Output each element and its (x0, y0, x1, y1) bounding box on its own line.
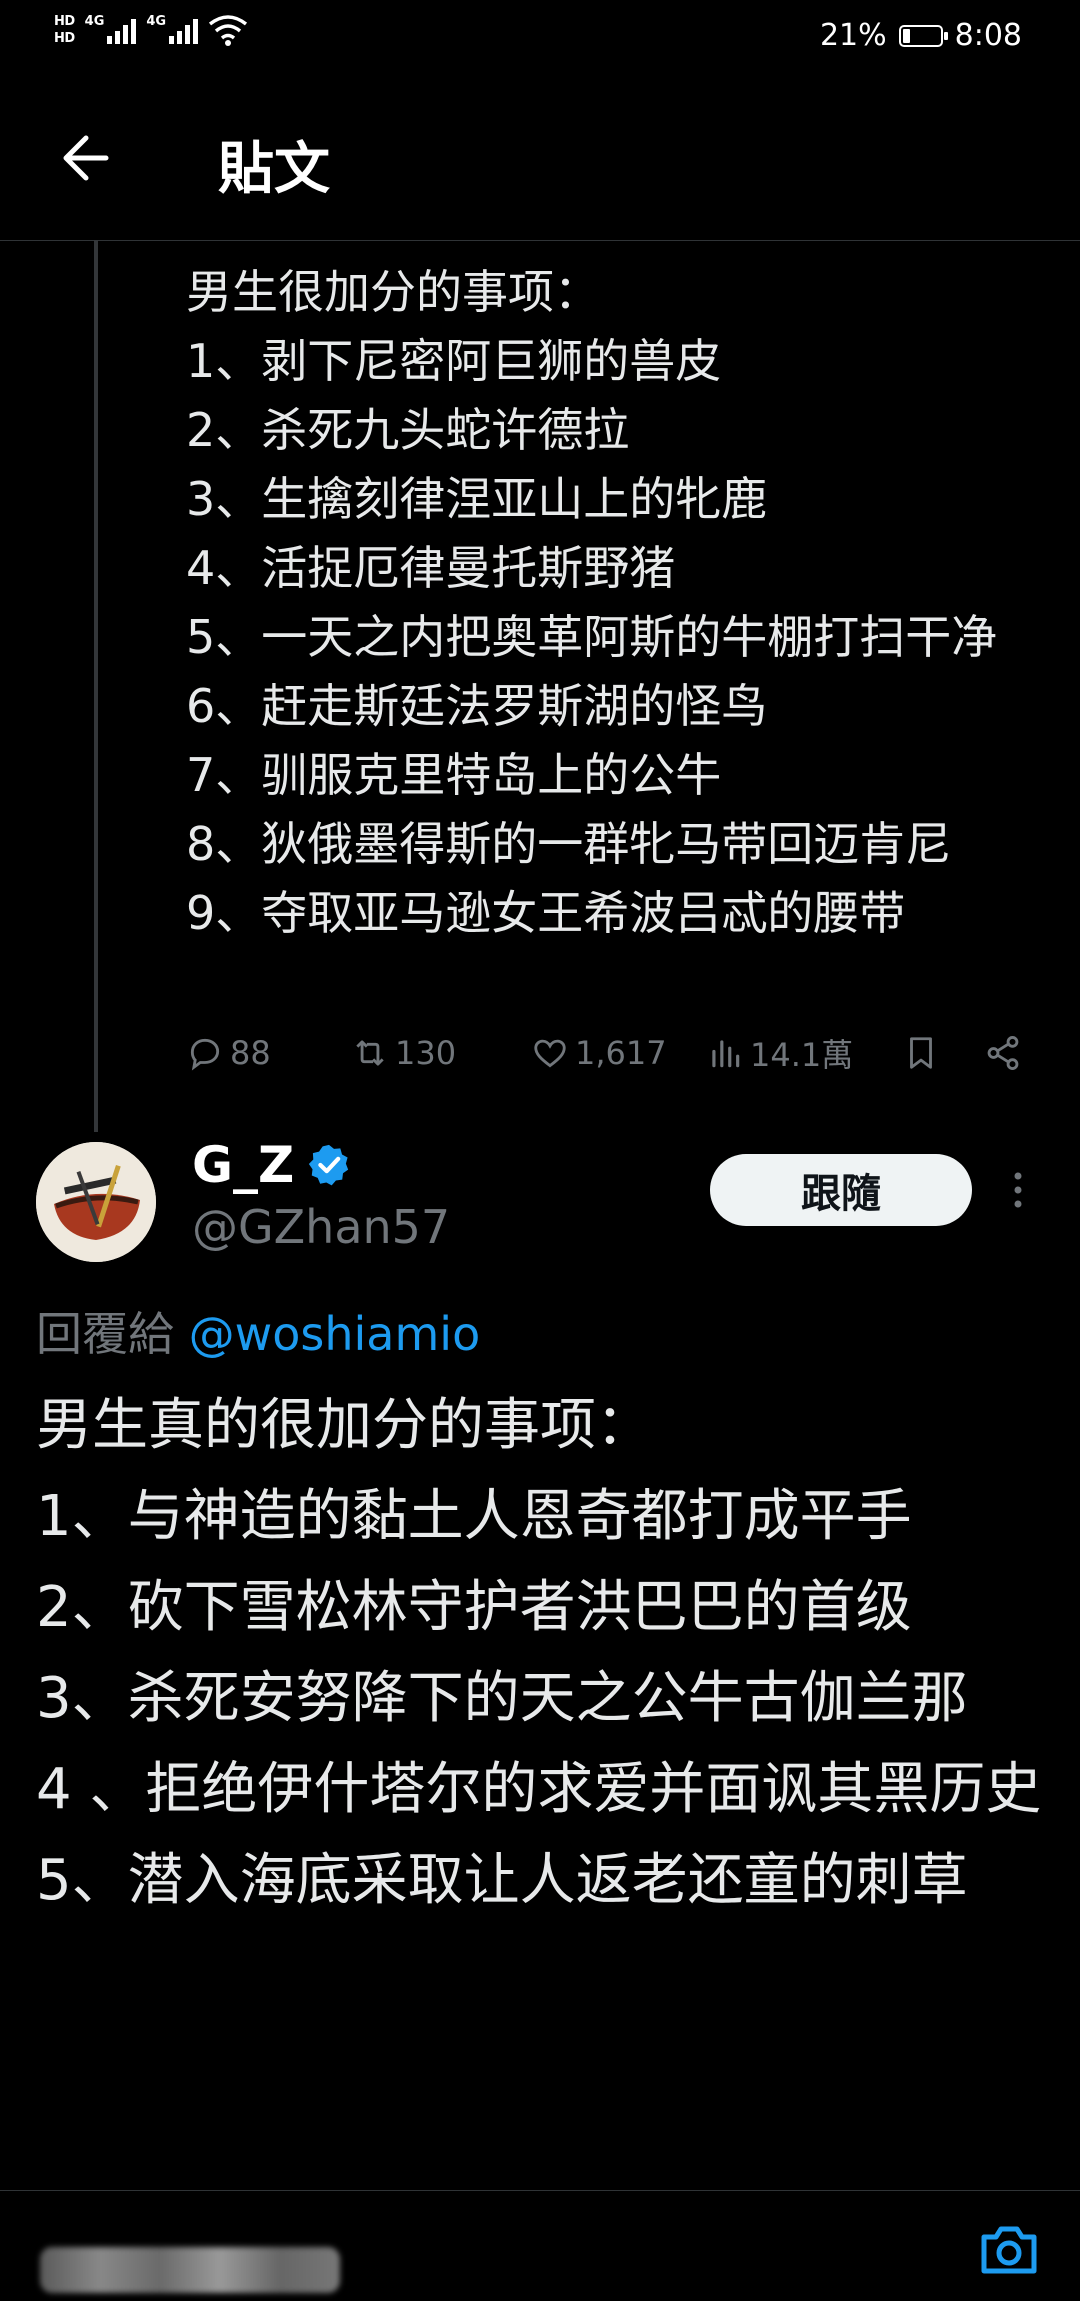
verified-badge-icon (309, 1144, 349, 1186)
share-action[interactable] (984, 1034, 1022, 1072)
hd-indicators: HD HD (54, 14, 75, 46)
app-header: 貼文 (0, 100, 1080, 241)
mention-link[interactable]: @woshiamio (189, 1307, 481, 1361)
author-name-row[interactable]: G_Z (192, 1136, 352, 1194)
views-action[interactable]: 14.1萬 (706, 1030, 902, 1076)
signal-icon: 4G (85, 14, 137, 44)
avatar-image (36, 1142, 156, 1262)
network-type: 4G (146, 14, 167, 29)
battery-icon (898, 24, 948, 47)
follow-button[interactable]: 跟隨 (710, 1154, 972, 1226)
status-left: HD HD 4G 4G (54, 14, 248, 46)
tweet-action-bar: 88 130 1,617 14.1萬 (186, 1028, 1026, 1078)
reply-icon (190, 1038, 220, 1071)
battery-fill (902, 28, 910, 43)
author-name[interactable]: G_Z (192, 1136, 294, 1194)
replying-to: 回覆給 @woshiamio (36, 1298, 480, 1364)
heart-icon (534, 1039, 566, 1068)
reply-count: 88 (230, 1034, 271, 1072)
retweet-action[interactable]: 130 (351, 1034, 531, 1072)
blurred-watermark (40, 2247, 340, 2293)
avatar[interactable] (36, 1142, 156, 1262)
status-bar: HD HD 4G 4G 21% 8:08 (0, 0, 1080, 72)
like-action[interactable]: 1,617 (531, 1034, 706, 1072)
bookmark-icon (910, 1037, 932, 1069)
retweet-icon (356, 1040, 384, 1066)
hd-indicator: HD (54, 14, 75, 29)
like-count: 1,617 (575, 1034, 667, 1072)
replying-prefix: 回覆給 (36, 1307, 174, 1361)
arrow-left-icon[interactable] (56, 130, 112, 186)
reply-tweet-text: 男生真的很加分的事项： 1、与神造的黏土人恩奇都打成平手 2、砍下雪松林守护者洪… (36, 1393, 1042, 1913)
camera-icon[interactable] (978, 2221, 1040, 2277)
network-type: 4G (84, 14, 105, 29)
hd-indicator: HD (54, 31, 75, 46)
page-title: 貼文 (218, 137, 330, 202)
analytics-icon (712, 1040, 740, 1068)
thread-connector-line (94, 240, 98, 1132)
bookmark-action[interactable] (902, 1034, 984, 1072)
signal-icon: 4G (146, 14, 199, 44)
parent-tweet-text: 男生很加分的事项： 1、剥下尼密阿巨狮的兽皮 2、杀死九头蛇许德拉 3、生擒刻律… (186, 265, 998, 940)
status-right: 21% 8:08 (820, 18, 1022, 53)
clock: 8:08 (954, 18, 1022, 53)
more-options-icon[interactable] (1006, 1168, 1030, 1212)
view-count: 14.1萬 (750, 1036, 854, 1074)
battery-percent: 21% (819, 18, 887, 53)
wifi-icon (209, 15, 248, 46)
reply-action[interactable]: 88 (186, 1034, 351, 1072)
share-icon (987, 1036, 1019, 1070)
bottom-compose-bar (0, 2190, 1080, 2301)
retweet-count: 130 (395, 1034, 457, 1072)
author-handle[interactable]: @GZhan57 (192, 1200, 450, 1254)
